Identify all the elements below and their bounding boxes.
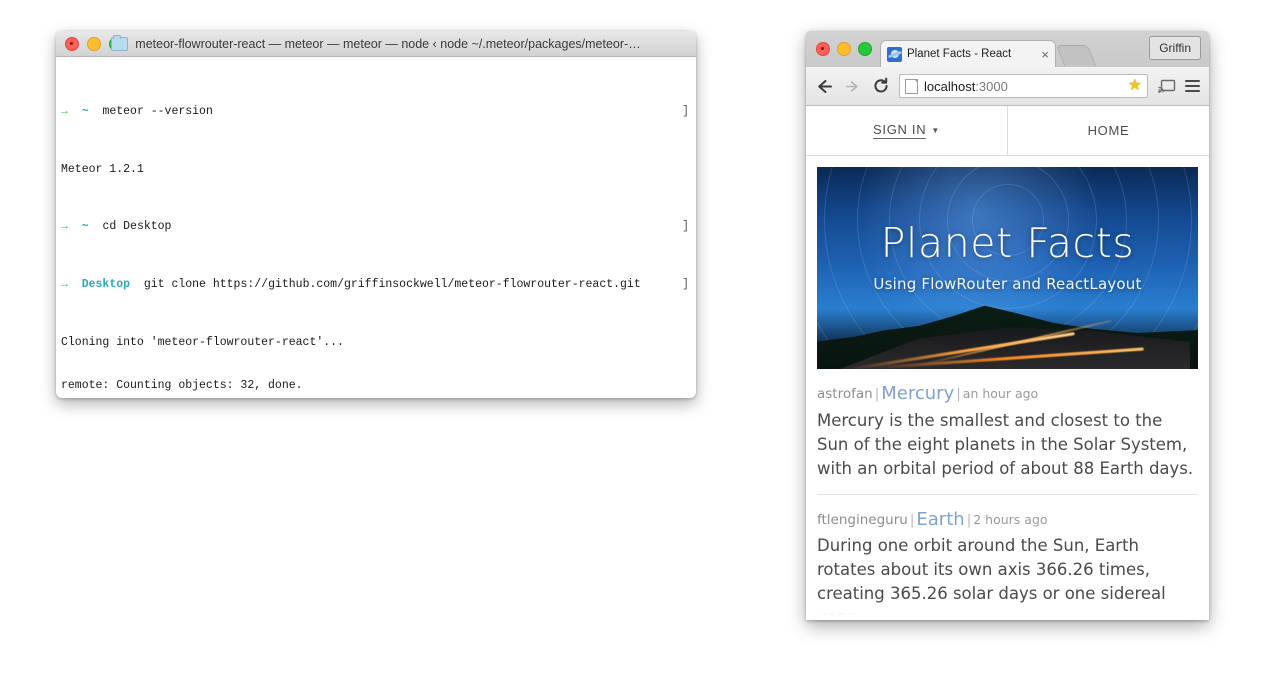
terminal-line: → ~ cd Desktop]	[61, 220, 690, 234]
close-icon[interactable]: ×	[1041, 48, 1049, 61]
chevron-down-icon: ▼	[931, 126, 940, 135]
line-bracket: ]	[682, 220, 689, 234]
address-bar-text: localhost:3000	[924, 79, 1122, 94]
post-meta: astrofan | Mercury | an hour ago	[817, 383, 1198, 405]
prompt-arrow-icon: →	[61, 220, 68, 234]
terminal-line: Cloning into 'meteor-flowrouter-react'..…	[61, 336, 690, 350]
post-author: ftlengineguru	[817, 511, 908, 528]
menu-bar-2	[1185, 84, 1200, 88]
prompt-command: git clone https://github.com/griffinsock…	[143, 278, 641, 292]
terminal-zoom-button[interactable]	[109, 36, 123, 51]
back-icon[interactable]	[815, 77, 834, 96]
profile-button[interactable]: Griffin	[1149, 36, 1201, 60]
sign-in-label: SIGN IN	[873, 122, 927, 139]
terminal-window[interactable]: meteor-flowrouter-react — meteor — meteo…	[56, 31, 696, 398]
prompt-arrow-icon: →	[61, 278, 68, 292]
line-bracket: ]	[682, 105, 689, 119]
nav-item-sign-in[interactable]: SIGN IN ▼	[806, 106, 1007, 155]
hamburger-menu-icon[interactable]	[1185, 79, 1200, 93]
tab-title: Planet Facts - React	[907, 48, 1012, 60]
post-item[interactable]: astrofan | Mercury | an hour ago Mercury is …	[817, 369, 1198, 495]
browser-tab-strip[interactable]: Planet Facts - React × Griffin	[806, 31, 1209, 67]
meta-separator: |	[966, 511, 972, 528]
planet-icon	[887, 46, 902, 62]
document-icon	[905, 78, 918, 94]
post-body: Mercury is the smallest and closest to t…	[817, 410, 1194, 478]
browser-minimize-button[interactable]	[837, 42, 851, 56]
reload-icon[interactable]	[871, 77, 890, 96]
terminal-titlebar[interactable]: meteor-flowrouter-react — meteor — meteo…	[56, 31, 696, 57]
prompt-command: cd Desktop	[102, 220, 172, 234]
post-body: During one orbit around the Sun, Earth r…	[817, 536, 1166, 620]
prompt-arrow-icon: →	[61, 105, 68, 119]
post-meta: ftlengineguru | Earth | 2 hours ago	[817, 509, 1198, 531]
address-bar[interactable]: localhost:3000 ★	[899, 74, 1148, 98]
prompt-cwd: ~	[81, 105, 89, 119]
browser-toolbar[interactable]: localhost:3000 ★	[806, 67, 1209, 106]
output-text: Cloning into 'meteor-flowrouter-react'..…	[61, 335, 344, 349]
prompt-command: meteor --version	[102, 105, 213, 119]
output-text: Meteor 1.2.1	[61, 162, 144, 176]
hero-title: Planet Facts	[880, 219, 1135, 267]
browser-window[interactable]: Planet Facts - React × Griffin localhost…	[806, 31, 1209, 620]
page-viewport[interactable]: SIGN IN ▼ HOME Planet Facts Using FlowRo…	[806, 106, 1209, 620]
cast-icon[interactable]	[1157, 77, 1176, 96]
browser-tab[interactable]: Planet Facts - React ×	[880, 40, 1056, 67]
post-planet[interactable]: Mercury	[881, 383, 954, 404]
terminal-title: meteor-flowrouter-react — meteor — meteo…	[135, 36, 641, 51]
url-port: :3000	[975, 78, 1008, 94]
terminal-line: → ~ meteor --version]	[61, 105, 690, 119]
line-bracket: ]	[682, 278, 689, 292]
hero-banner: Planet Facts Using FlowRouter and ReactL…	[817, 167, 1198, 369]
hero-subtitle: Using FlowRouter and ReactLayout	[873, 275, 1142, 293]
meta-separator: |	[956, 386, 961, 402]
prompt-cwd: Desktop	[81, 278, 131, 292]
terminal-minimize-button[interactable]	[87, 36, 101, 51]
browser-zoom-button[interactable]	[858, 42, 872, 56]
prompt-cwd: ~	[81, 220, 89, 234]
post-time: an hour ago	[962, 386, 1039, 401]
forward-icon[interactable]	[843, 77, 862, 96]
terminal-line: Meteor 1.2.1	[61, 163, 690, 177]
post-planet[interactable]: Earth	[916, 509, 964, 530]
browser-close-button[interactable]	[816, 42, 830, 56]
site-navigation[interactable]: SIGN IN ▼ HOME	[806, 106, 1209, 156]
terminal-line: → Desktop git clone https://github.com/g…	[61, 278, 690, 292]
menu-bar-1	[1185, 79, 1200, 83]
menu-bar-3	[1185, 89, 1200, 93]
nav-item-home[interactable]: HOME	[1007, 106, 1209, 155]
meta-separator: |	[874, 386, 880, 402]
output-text: remote: Counting objects: 32, done.	[61, 378, 303, 392]
post-item[interactable]: ftlengineguru | Earth | 2 hours ago During o…	[817, 495, 1198, 620]
terminal-output[interactable]: → ~ meteor --version] Meteor 1.2.1 → ~ c…	[56, 57, 696, 393]
star-icon[interactable]: ★	[1128, 78, 1142, 94]
post-author: astrofan	[817, 386, 873, 402]
browser-window-controls[interactable]	[806, 42, 880, 67]
terminal-window-controls[interactable]	[56, 36, 123, 51]
url-host: localhost	[924, 78, 976, 94]
profile-name: Griffin	[1159, 41, 1191, 55]
post-list: astrofan | Mercury | an hour ago Mercury is …	[806, 369, 1209, 620]
home-label: HOME	[1087, 123, 1130, 138]
terminal-title-group: meteor-flowrouter-react — meteor — meteo…	[56, 31, 696, 56]
terminal-line: remote: Counting objects: 32, done.	[61, 379, 690, 393]
post-time: 2 hours ago	[973, 511, 1048, 527]
new-tab-button[interactable]	[1055, 45, 1097, 66]
terminal-close-button[interactable]	[65, 36, 79, 51]
